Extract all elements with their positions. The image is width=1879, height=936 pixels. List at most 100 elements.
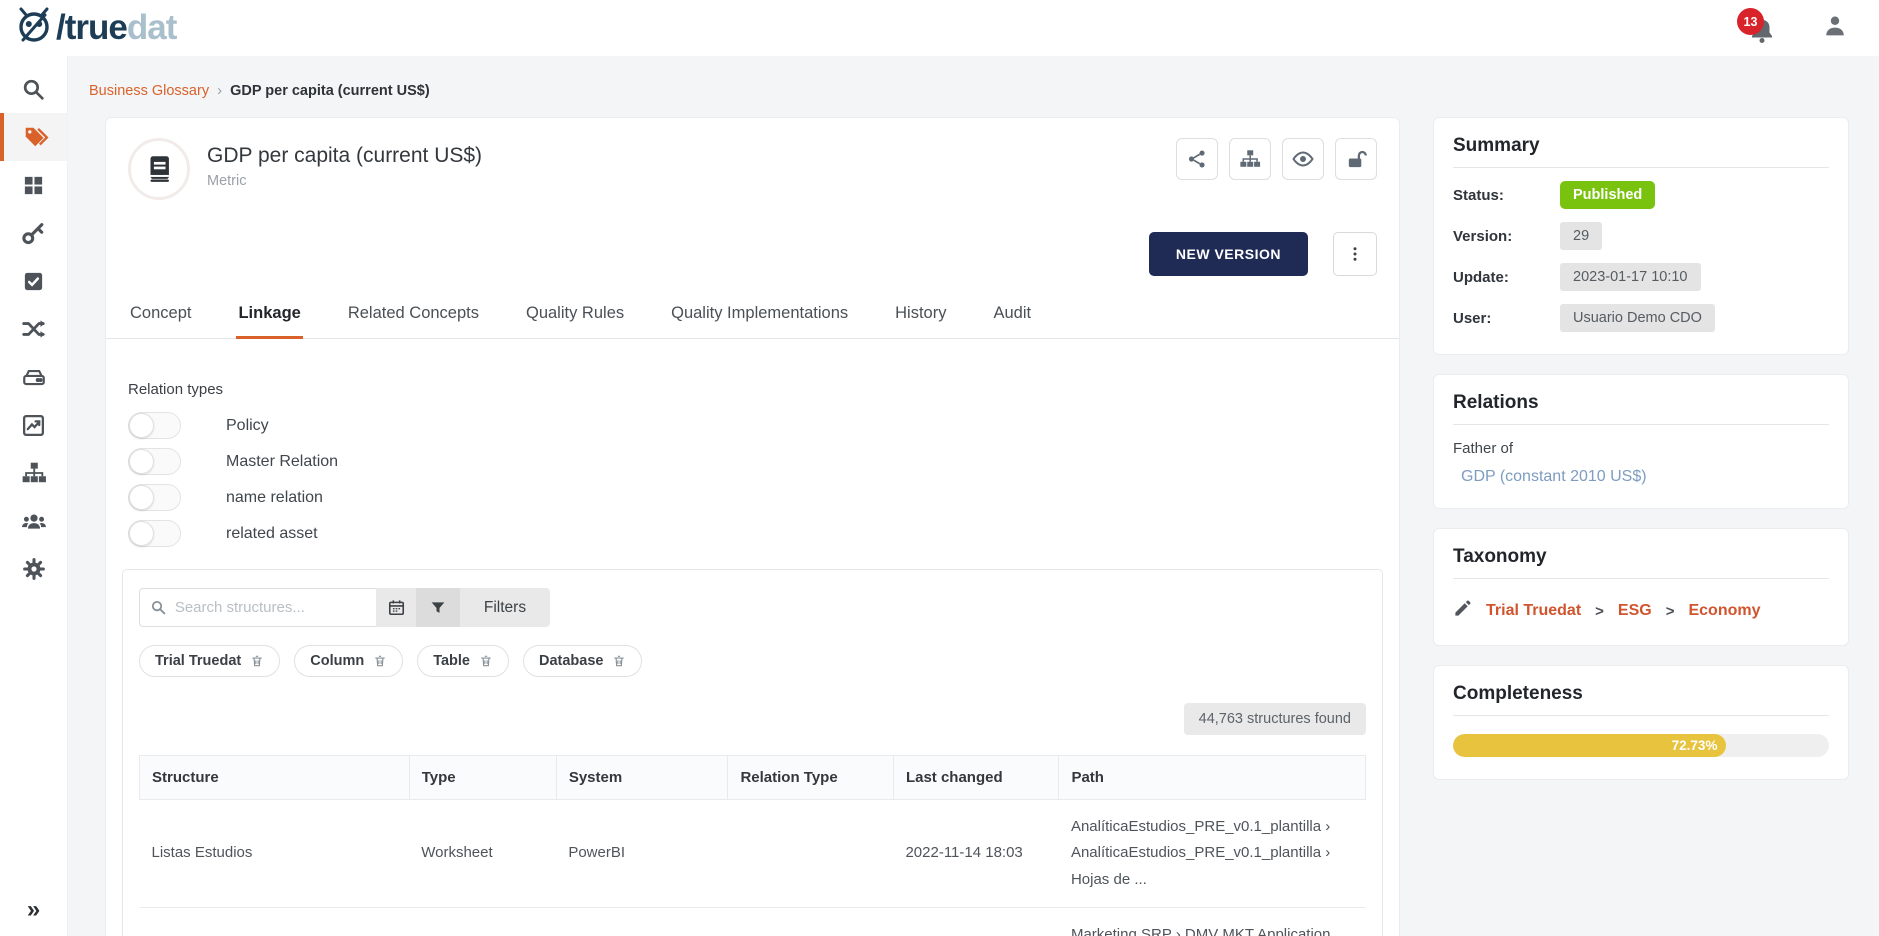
completeness-progress-track: 72.73% [1453,734,1829,757]
update-label: Update: [1453,269,1560,286]
share-icon [1186,148,1208,170]
sitemap-icon [1239,148,1261,170]
filter-chips: Trial Truedat Column Table [139,645,1366,677]
sidebar-item-settings[interactable] [0,545,67,593]
funnel-icon [429,599,447,617]
sidebar-item-data-structures[interactable] [0,353,67,401]
taxonomy-separator: > [1666,603,1675,620]
pencil-icon [1453,599,1472,618]
grid-icon [22,174,45,197]
unlock-icon [1345,148,1368,171]
relation-types-heading: Relation types [128,381,1377,398]
share-button[interactable] [1176,138,1218,180]
lineage-button[interactable] [1229,138,1271,180]
logo-text: /truedat [56,8,176,48]
tab-quality-rules[interactable]: Quality Rules [524,294,626,338]
sidebar-item-glossary[interactable] [0,113,67,161]
double-chevron-right-icon: » [27,896,40,924]
structures-panel: Filters Trial Truedat Column [122,569,1383,936]
completeness-panel: Completeness 72.73% [1433,665,1849,780]
breadcrumb-business-glossary[interactable]: Business Glossary [89,83,209,99]
kebab-menu-icon [1346,245,1364,263]
sidebar-item-quality[interactable] [0,257,67,305]
status-label: Status: [1453,187,1560,204]
notifications-button[interactable]: 13 [1745,8,1779,48]
user-label: User: [1453,310,1560,327]
hard-drive-icon [21,364,47,390]
column-header-relation-type[interactable]: Relation Type [728,756,894,800]
taxonomy-separator: > [1595,603,1604,620]
table-row[interactable]: # Loans measure Tableau 2020-02-18 09:38… [140,907,1366,936]
unlock-button[interactable] [1335,138,1377,180]
book-icon [142,152,176,186]
search-icon [150,598,167,617]
column-header-path[interactable]: Path [1059,756,1366,800]
main-content: Business Glossary › GDP per capita (curr… [68,56,1879,936]
gear-icon [21,556,47,582]
edit-taxonomy-button[interactable] [1453,599,1472,623]
summary-heading: Summary [1453,135,1829,168]
trash-icon[interactable] [612,654,626,668]
more-actions-button[interactable] [1333,232,1377,276]
filter-funnel-button[interactable] [416,588,460,627]
sidebar-item-lineage[interactable] [0,305,67,353]
user-menu-button[interactable] [1821,12,1849,45]
top-header: /truedat 13 [0,0,1879,56]
tab-concept[interactable]: Concept [128,294,193,338]
sidebar-item-users[interactable] [0,497,67,545]
toggle-name-relation[interactable] [128,484,181,511]
table-row[interactable]: Listas Estudios Worksheet PowerBI 2022-1… [140,800,1366,908]
user-icon [1821,12,1849,40]
taxonomy-panel: Taxonomy Trial Truedat > ESG > Economy [1433,528,1849,646]
trash-icon[interactable] [250,654,264,668]
calendar-icon [387,598,406,617]
tab-related-concepts[interactable]: Related Concepts [346,294,481,338]
trash-icon[interactable] [479,654,493,668]
completeness-percent-label: 72.73% [1672,738,1718,753]
tab-audit[interactable]: Audit [991,294,1033,338]
taxonomy-heading: Taxonomy [1453,546,1829,579]
column-header-system[interactable]: System [556,756,728,800]
sidebar-item-search[interactable] [0,65,67,113]
trash-icon[interactable] [373,654,387,668]
toggle-related-asset[interactable] [128,520,181,547]
search-structures-input[interactable] [175,599,366,616]
watch-button[interactable] [1282,138,1324,180]
sidebar-item-analytics[interactable] [0,401,67,449]
toggle-policy[interactable] [128,412,181,439]
column-header-type[interactable]: Type [409,756,556,800]
chip-database[interactable]: Database [523,645,642,677]
sidebar-item-permissions[interactable] [0,209,67,257]
relations-heading: Relations [1453,392,1829,425]
sidebar-item-dashboards[interactable] [0,161,67,209]
version-value: 29 [1560,222,1602,250]
relation-types-section: Relation types Policy Master Relation na… [106,381,1399,547]
column-header-structure[interactable]: Structure [140,756,410,800]
tab-quality-implementations[interactable]: Quality Implementations [669,294,850,338]
taxonomy-domain-trial-truedat[interactable]: Trial Truedat [1486,602,1581,620]
user-value: Usuario Demo CDO [1560,304,1715,332]
filters-button[interactable]: Filters [460,588,550,627]
toggle-master-relation[interactable] [128,448,181,475]
notification-count-badge: 13 [1737,8,1764,35]
sidebar-item-taxonomy[interactable] [0,449,67,497]
sidebar-expand-button[interactable]: » [0,890,67,930]
version-label: Version: [1453,228,1560,245]
taxonomy-domain-esg[interactable]: ESG [1618,602,1652,620]
search-icon [21,77,46,102]
check-square-icon [22,270,45,293]
chip-table[interactable]: Table [417,645,509,677]
users-icon [20,507,48,535]
results-count-badge: 44,763 structures found [1184,703,1366,735]
tab-history[interactable]: History [893,294,948,338]
taxonomy-domain-economy[interactable]: Economy [1688,602,1760,620]
chip-trial-truedat[interactable]: Trial Truedat [139,645,280,677]
date-filter-button[interactable] [376,588,416,627]
owl-logo-icon [14,6,54,51]
column-header-last-changed[interactable]: Last changed [893,756,1059,800]
new-version-button[interactable]: NEW VERSION [1149,232,1308,276]
tab-linkage[interactable]: Linkage [236,294,302,339]
related-concept-link[interactable]: GDP (constant 2010 US$) [1461,468,1829,486]
chip-column[interactable]: Column [294,645,403,677]
truedat-logo[interactable]: /truedat [14,6,176,51]
